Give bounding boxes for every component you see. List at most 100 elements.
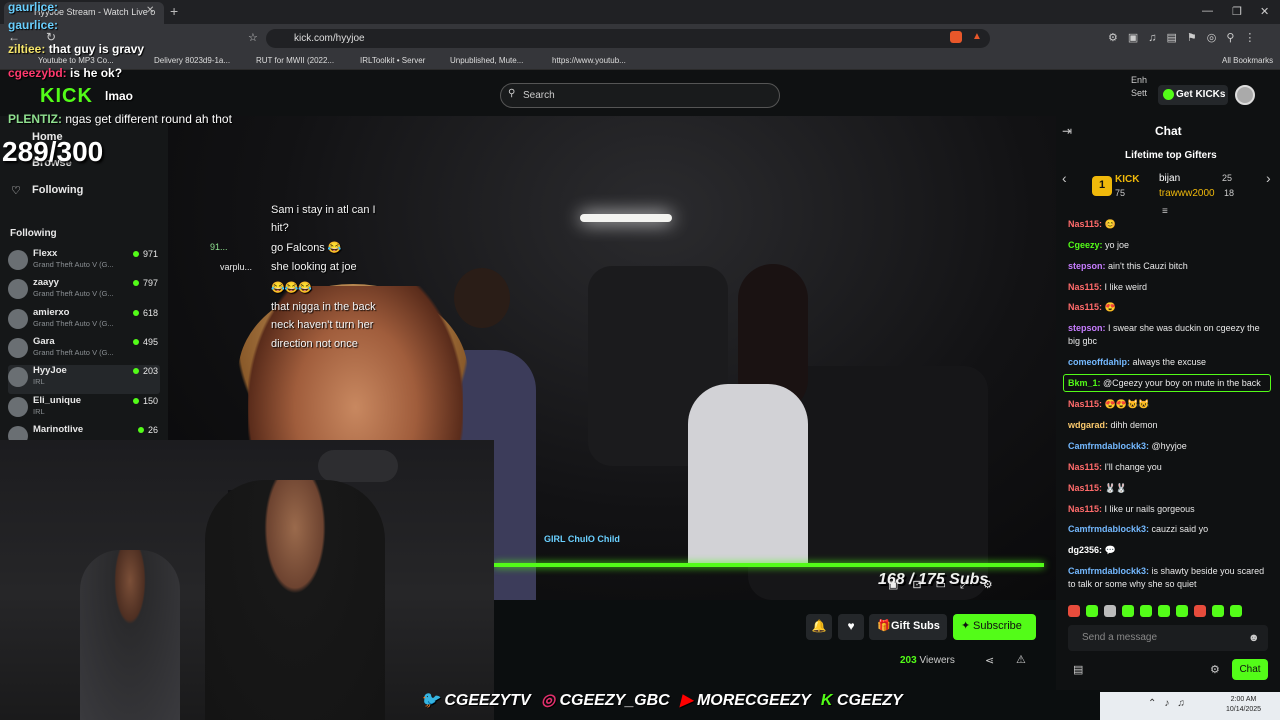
player-controls[interactable]: ▣⊡▭⤢⚙ [888,578,1007,592]
emote-icon[interactable] [1104,605,1116,617]
channel-name: Flexx [33,248,58,259]
close-window-icon[interactable]: ✕ [1260,5,1269,18]
overlay-chat-line: neck haven't turn her [271,319,374,331]
user-avatar[interactable] [1235,85,1255,105]
emote-bar[interactable] [1068,604,1272,618]
chat-text: I'll change you [1104,462,1162,472]
channel-category: Grand Theft Auto V (G... [33,289,114,298]
search-input[interactable]: Search [500,83,780,108]
chat-username[interactable]: comeoffdahip: [1068,357,1130,367]
emote-icon[interactable] [1176,605,1188,617]
channel-category: IRL [33,407,45,416]
chat-username[interactable]: stepson: [1068,323,1106,333]
chat-username[interactable]: Nas115: [1068,462,1102,472]
collapse-chat-icon[interactable]: ⇥ [1062,124,1072,138]
all-bookmarks[interactable]: All Bookmarks [1222,56,1273,65]
channel-category: Grand Theft Auto V (G... [33,348,114,357]
chat-username[interactable]: Camfrmdablockk3: [1068,524,1149,534]
channel-name: HyyJoe [33,365,67,376]
emote-icon[interactable] [1122,605,1134,617]
store-icon[interactable]: ▤ [1073,663,1083,676]
chat-send-button[interactable]: Chat [1232,659,1268,680]
channel-name: amierxo [33,307,70,318]
social-handles: 🐦 CGEEZYTV ◎ CGEEZY_GBC ▶ MORECGEEZY K C… [420,690,903,720]
emote-icon[interactable] [1212,605,1224,617]
emote-icon[interactable] [1230,605,1242,617]
nav-following[interactable]: Following [32,184,83,196]
chat-username[interactable]: Camfrmdablockk3: [1068,566,1149,576]
chat-username[interactable]: Nas115: [1068,399,1102,409]
chat-text: ain't this Cauzi bitch [1108,261,1188,271]
tray-icons[interactable]: ⌃♪♫ [1148,698,1193,709]
chat-input[interactable]: Send a message [1068,625,1268,651]
emote-icon[interactable] [1068,605,1080,617]
channel-viewers: 150 [133,396,158,406]
bookmark-icon[interactable]: ☆ [248,31,258,44]
chat-message: Bkm_1: @Cgeezy your boy on mute in the b… [1068,377,1272,390]
bookmark-item[interactable]: RUT for MWII (2022... [256,56,334,65]
chat-username[interactable]: Bkm_1: [1068,378,1101,388]
chat-username[interactable]: wdgarad: [1068,420,1108,430]
following-channel[interactable]: Gara Grand Theft Auto V (G... 495 [8,336,160,365]
next-arrow-icon[interactable]: › [1266,170,1271,186]
kick-handle: CGEEZY [836,692,903,709]
emote-icon[interactable] [1140,605,1152,617]
chat-username[interactable]: Camfrmdablockk3: [1068,441,1149,451]
chat-username[interactable]: Cgeezy: [1068,240,1103,250]
tab-close-icon[interactable]: ✕ [146,5,154,16]
extensions-icon[interactable]: ⚙▣♫▤⚑◎⚲⋮ [1108,31,1265,44]
following-channel[interactable]: Flexx Grand Theft Auto V (G... 971 [8,248,160,277]
bookmark-item[interactable]: Unpublished, Mute... [450,56,523,65]
minimize-icon[interactable]: — [1202,5,1213,17]
channel-avatar [8,397,28,417]
channel-category: Grand Theft Auto V (G... [33,319,114,328]
emoji-picker-icon[interactable]: ☻ [1248,632,1260,644]
notification-bell-icon[interactable]: 🔔 [806,614,832,640]
share-icon[interactable]: ⋖ [985,654,994,667]
following-channel-active[interactable]: HyyJoe IRL 203 [8,365,160,394]
bookmark-item[interactable]: IRLToolkit • Server [360,56,425,65]
chat-message: Cgeezy: yo joe [1068,239,1272,252]
following-channel[interactable]: Eli_unique IRL 150 [8,395,160,424]
url-field[interactable]: kick.com/hyyjoe [266,29,990,48]
follower-goal: 289/300 [2,136,104,167]
follow-heart-icon[interactable]: ♥ [838,614,864,640]
prev-arrow-icon[interactable]: ‹ [1062,170,1067,186]
following-channel[interactable]: zaayy Grand Theft Auto V (G... 797 [8,277,160,306]
new-tab-icon[interactable]: + [170,3,178,19]
chat-settings-icon[interactable]: ⚙ [1210,663,1220,676]
overlay-text: ngas get different round ah thot [65,112,232,126]
twitter-handle: CGEEZYTV [444,692,531,709]
kick-logo[interactable]: KICK [40,85,93,108]
chat-username[interactable]: Nas115: [1068,483,1102,493]
chat-message: dg2356: 💬 [1068,544,1272,557]
chat-username[interactable]: Nas115: [1068,219,1102,229]
chat-message: wdgarad: dihh demon [1068,419,1272,432]
passenger-side [688,264,818,564]
bookmark-item[interactable]: Delivery 8023d9-1a... [154,56,230,65]
emote-icon[interactable] [1158,605,1170,617]
emote-icon[interactable] [1086,605,1098,617]
brave-shield-icon[interactable] [950,31,962,43]
expand-icon[interactable]: ≡ [1162,206,1168,217]
chat-username[interactable]: dg2356: [1068,545,1102,555]
bookmark-item[interactable]: https://www.youtub... [552,56,626,65]
chat-username[interactable]: Nas115: [1068,504,1102,514]
overlay-chat-line: Sam i stay in atl can I [271,204,376,216]
following-channel[interactable]: Marinotlive 26 [8,424,160,440]
enh-settings[interactable]: Enh Sett [1131,74,1153,100]
overlay-chat-line: go Falcons 😂 [271,242,342,254]
maximize-icon[interactable]: ❐ [1232,5,1242,18]
emote-icon[interactable] [1194,605,1206,617]
report-icon[interactable]: ⚠ [1016,653,1026,666]
overlay-top-chat: lmao [105,89,133,103]
channel-viewers: 495 [133,337,158,347]
system-clock[interactable]: 2:00 AM 10/14/2025 [1226,695,1261,715]
chat-text: @hyyjoe [1151,441,1187,451]
bookmark-item[interactable]: Youtube to MP3 Co... [38,56,114,65]
following-channel[interactable]: amierxo Grand Theft Auto V (G... 618 [8,307,160,336]
chat-username[interactable]: Nas115: [1068,282,1102,292]
brave-rewards-icon[interactable]: ▲ [972,31,982,42]
chat-username[interactable]: stepson: [1068,261,1106,271]
chat-username[interactable]: Nas115: [1068,302,1102,312]
